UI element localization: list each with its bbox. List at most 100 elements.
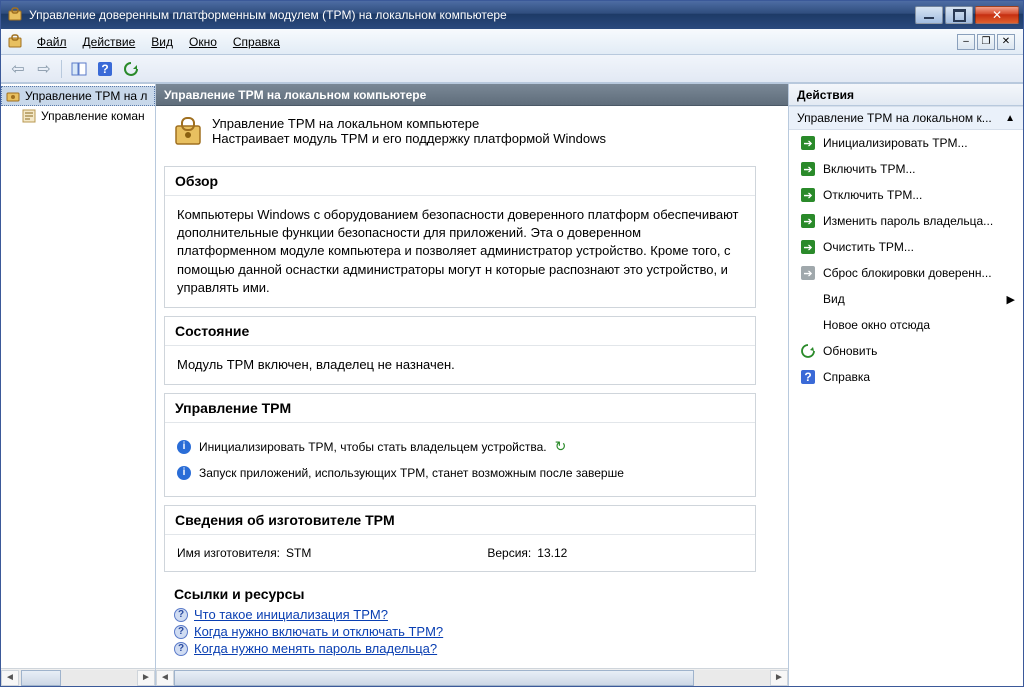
- info-icon: i: [177, 440, 191, 454]
- vendor-name-label: Имя изготовителя:: [177, 545, 280, 562]
- tpm-icon: [7, 34, 23, 50]
- panel-vendor: Сведения об изготовителе TPM Имя изготов…: [164, 505, 756, 573]
- vendor-name-value: STM: [286, 545, 311, 562]
- arrow-icon: ➔: [801, 188, 815, 202]
- menubar: Файл Действие Вид Окно Справка – ❐ ✕: [1, 29, 1023, 55]
- action-change-owner-password[interactable]: ➔ Изменить пароль владельца...: [789, 208, 1023, 234]
- action-enable-tpm[interactable]: ➔ Включить TPM...: [789, 156, 1023, 182]
- tree-root-label: Управление TPM на л: [25, 89, 147, 103]
- link-owner-pw[interactable]: Когда нужно менять пароль владельца?: [194, 641, 437, 656]
- help-icon: ?: [801, 370, 815, 384]
- action-label: Сброс блокировки доверенн...: [823, 266, 992, 280]
- panel-manage: Управление TPM i Инициализировать TPM, ч…: [164, 393, 756, 496]
- help-icon: ?: [174, 642, 188, 656]
- vendor-version-value: 13.12: [537, 545, 567, 562]
- actions-header: Действия: [789, 84, 1023, 106]
- content-pane: Управление TPM на локальном компьютере У…: [156, 84, 788, 686]
- manage-line1: Инициализировать TPM, чтобы стать владел…: [199, 439, 547, 456]
- maximize-button[interactable]: [945, 6, 973, 24]
- status-title: Состояние: [165, 317, 755, 346]
- action-disable-tpm[interactable]: ➔ Отключить TPM...: [789, 182, 1023, 208]
- tpm-icon: [7, 7, 23, 23]
- refresh-icon[interactable]: ↻: [555, 437, 567, 457]
- menu-action[interactable]: Действие: [75, 31, 144, 53]
- manage-title: Управление TPM: [165, 394, 755, 423]
- collapse-icon: ▲: [1005, 113, 1015, 124]
- vendor-version-label: Версия:: [487, 545, 531, 562]
- action-clear-tpm[interactable]: ➔ Очистить TPM...: [789, 234, 1023, 260]
- action-label: Отключить TPM...: [823, 188, 922, 202]
- nav-back-button[interactable]: ⇦: [7, 58, 29, 80]
- help-icon: ?: [174, 608, 188, 622]
- toolbar: ⇦ ⇨ ?: [1, 55, 1023, 83]
- arrow-icon: ➔: [801, 266, 815, 280]
- action-label: Справка: [823, 370, 870, 384]
- app-window: Управление доверенным платформенным моду…: [0, 0, 1024, 687]
- action-initialize-tpm[interactable]: ➔ Инициализировать TPM...: [789, 130, 1023, 156]
- close-button[interactable]: ✕: [975, 6, 1019, 24]
- menu-view[interactable]: Вид: [143, 31, 181, 53]
- links-title: Ссылки и ресурсы: [168, 582, 752, 606]
- tree-horizontal-scrollbar[interactable]: ◄ ►: [1, 668, 155, 686]
- status-text: Модуль TPM включен, владелец не назначен…: [165, 346, 755, 384]
- show-tree-button[interactable]: [68, 58, 90, 80]
- actions-pane: Действия Управление TPM на локальном к..…: [788, 84, 1023, 686]
- arrow-icon: ➔: [801, 240, 815, 254]
- intro-subtitle: Настраивает модуль TPM и его поддержку п…: [212, 131, 606, 146]
- mdi-restore-button[interactable]: ❐: [977, 34, 995, 50]
- commands-icon: [21, 108, 37, 124]
- arrow-icon: ➔: [801, 214, 815, 228]
- intro-title: Управление TPM на локальном компьютере: [212, 116, 606, 131]
- info-icon: i: [177, 466, 191, 480]
- refresh-button[interactable]: [120, 58, 142, 80]
- action-reset-lockout[interactable]: ➔ Сброс блокировки доверенн...: [789, 260, 1023, 286]
- menu-window[interactable]: Окно: [181, 31, 225, 53]
- titlebar[interactable]: Управление доверенным платформенным моду…: [1, 1, 1023, 29]
- action-view[interactable]: Вид ▶: [789, 286, 1023, 312]
- link-enable-disable[interactable]: Когда нужно включать и отключать TPM?: [194, 624, 443, 639]
- vendor-title: Сведения об изготовителе TPM: [165, 506, 755, 535]
- link-init[interactable]: Что такое инициализация TPM?: [194, 607, 388, 622]
- help-icon: ?: [174, 625, 188, 639]
- arrow-icon: ➔: [801, 162, 815, 176]
- help-button[interactable]: ?: [94, 58, 116, 80]
- menu-file[interactable]: Файл: [29, 31, 75, 53]
- action-label: Обновить: [823, 344, 877, 358]
- chevron-right-icon: ▶: [1007, 293, 1015, 306]
- tree-child-label: Управление коман: [41, 109, 145, 123]
- toolbar-separator: [61, 60, 62, 78]
- refresh-icon: [801, 344, 815, 358]
- nav-forward-button[interactable]: ⇨: [33, 58, 55, 80]
- menu-help[interactable]: Справка: [225, 31, 288, 53]
- actions-section-header[interactable]: Управление TPM на локальном к... ▲: [789, 106, 1023, 130]
- svg-text:?: ?: [804, 370, 811, 384]
- action-label: Изменить пароль владельца...: [823, 214, 993, 228]
- content-header: Управление TPM на локальном компьютере: [156, 84, 788, 106]
- content-horizontal-scrollbar[interactable]: ◄ ►: [156, 668, 788, 686]
- action-label: Новое окно отсюда: [823, 318, 930, 332]
- action-label: Инициализировать TPM...: [823, 136, 968, 150]
- action-refresh[interactable]: Обновить: [789, 338, 1023, 364]
- tree-root-tpm[interactable]: Управление TPM на л: [1, 86, 155, 106]
- manage-line2: Запуск приложений, использующих TPM, ста…: [199, 465, 624, 482]
- window-title: Управление доверенным платформенным моду…: [29, 8, 913, 22]
- content-scroll[interactable]: Управление TPM на локальном компьютере Н…: [156, 106, 788, 668]
- mdi-close-button[interactable]: ✕: [997, 34, 1015, 50]
- action-label: Включить TPM...: [823, 162, 916, 176]
- overview-title: Обзор: [165, 167, 755, 196]
- action-new-window[interactable]: Новое окно отсюда: [789, 312, 1023, 338]
- tpm-icon: [5, 88, 21, 104]
- tpm-large-icon: [172, 116, 204, 148]
- action-help[interactable]: ? Справка: [789, 364, 1023, 390]
- mdi-minimize-button[interactable]: –: [957, 34, 975, 50]
- links-block: Ссылки и ресурсы ? Что такое инициализац…: [164, 582, 756, 657]
- action-label: Очистить TPM...: [823, 240, 914, 254]
- overview-text: Компьютеры Windows с оборудованием безоп…: [165, 196, 755, 307]
- svg-text:?: ?: [101, 62, 108, 76]
- tree-pane: Управление TPM на л Управление коман ◄ ►: [1, 84, 156, 686]
- arrow-icon: ➔: [801, 136, 815, 150]
- tree-child-commands[interactable]: Управление коман: [1, 106, 155, 126]
- panel-overview: Обзор Компьютеры Windows с оборудованием…: [164, 166, 756, 308]
- actions-section-label: Управление TPM на локальном к...: [797, 111, 992, 125]
- minimize-button[interactable]: [915, 6, 943, 24]
